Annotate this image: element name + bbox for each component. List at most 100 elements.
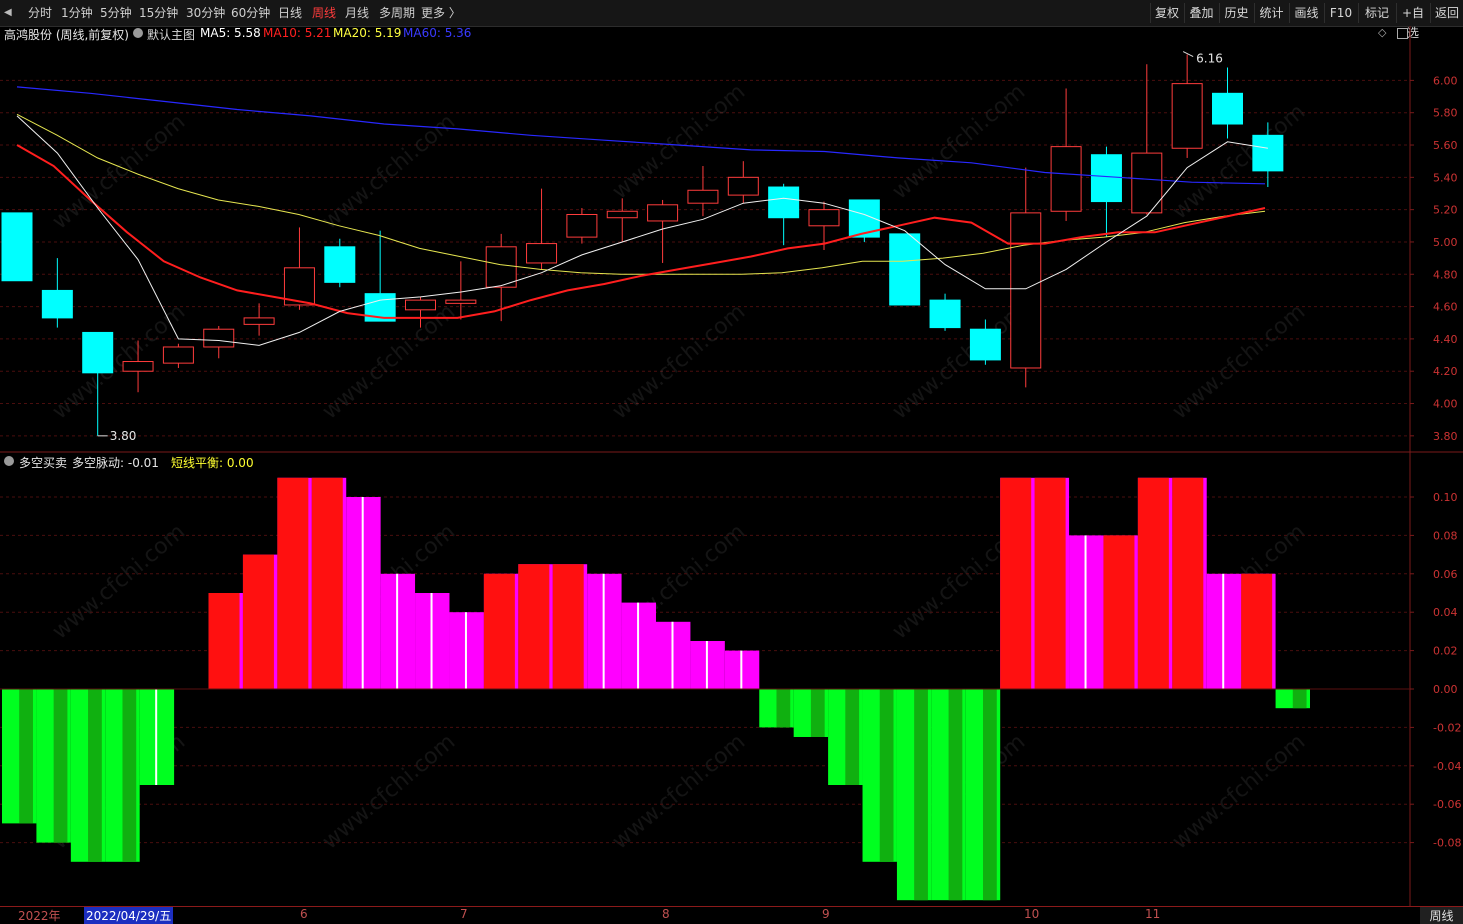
price-axis: 6.00 5.80 5.60 5.40 5.20 5.00 4.80 4.60 4.40 4.20… [0, 74, 1458, 443]
candle[interactable] [41, 258, 73, 328]
svg-text:www.cfchi.com: www.cfchi.com [48, 109, 190, 234]
candle[interactable] [687, 166, 719, 217]
price-tick-label: 3.80 [1433, 430, 1458, 443]
indicator-bar[interactable] [621, 602, 656, 689]
period-indicator[interactable]: 周线 [1420, 907, 1463, 924]
indicator-bar[interactable] [105, 689, 140, 862]
month-label-10: 10 [1024, 907, 1040, 921]
indicator-bar[interactable] [965, 689, 1001, 901]
indicator-bar[interactable] [1172, 477, 1207, 689]
svg-text:www.cfchi.com: www.cfchi.com [1168, 299, 1310, 424]
indicator-tick-label: 0.02 [1433, 645, 1458, 658]
indicator-bar[interactable] [449, 612, 484, 689]
candle[interactable] [324, 238, 356, 288]
high-price-label: 6.16 [1196, 52, 1223, 66]
chart-canvas[interactable]: 6.00 5.80 5.60 5.40 5.20 5.00 4.80 4.60 4.40 4.20… [0, 0, 1463, 921]
candle[interactable] [889, 233, 921, 306]
svg-text:www.cfchi.com: www.cfchi.com [1168, 729, 1310, 854]
indicator-bar[interactable] [36, 689, 71, 843]
candle[interactable] [526, 188, 558, 270]
indicator-tick-label: 0.08 [1433, 529, 1458, 542]
candle[interactable] [1010, 167, 1042, 388]
indicator-bar[interactable] [70, 689, 106, 862]
indicator-bar[interactable] [793, 689, 829, 737]
indicator-bar[interactable] [415, 593, 450, 689]
indicator-bar[interactable] [483, 573, 519, 689]
indicator-bar[interactable] [242, 554, 278, 689]
price-tick-label: 4.40 [1433, 333, 1458, 346]
price-tick-label: 4.20 [1433, 365, 1458, 378]
indicator-tick-label: -0.06 [1433, 798, 1461, 811]
indicator-bar[interactable] [759, 689, 794, 728]
indicator-bar[interactable] [518, 564, 553, 689]
svg-text:www.cfchi.com: www.cfchi.com [888, 79, 1030, 204]
candle[interactable] [727, 161, 759, 204]
indicator-bar[interactable] [2, 689, 37, 824]
candle[interactable] [1131, 64, 1163, 215]
indicator-bar[interactable] [1206, 573, 1242, 689]
candle[interactable] [1212, 67, 1243, 139]
candle[interactable] [485, 233, 517, 322]
month-label-6: 6 [300, 907, 308, 921]
indicator-bar[interactable] [1241, 573, 1276, 689]
price-tick-label: 6.00 [1433, 74, 1458, 87]
indicator-bar[interactable] [208, 593, 243, 689]
candle[interactable] [1171, 54, 1203, 158]
price-tick-label: 4.00 [1433, 398, 1458, 411]
indicator-bar[interactable] [311, 477, 347, 689]
indicator-bar[interactable] [656, 621, 691, 689]
indicator-bar[interactable] [1000, 477, 1035, 689]
candle[interactable] [929, 293, 961, 331]
indicator-bar[interactable] [277, 477, 312, 689]
indicator-bar[interactable] [690, 641, 725, 689]
svg-text:www.cfchi.com: www.cfchi.com [48, 519, 190, 644]
candle[interactable] [162, 343, 194, 368]
indicator-bar[interactable] [587, 573, 622, 689]
candle[interactable] [1, 212, 33, 282]
candle[interactable] [606, 198, 638, 242]
month-label-8: 8 [662, 907, 670, 921]
indicator-tick-label: 0.04 [1433, 606, 1458, 619]
indicator-bar[interactable] [828, 689, 863, 785]
price-tick-label: 5.80 [1433, 107, 1458, 120]
svg-text:www.cfchi.com: www.cfchi.com [318, 729, 460, 854]
price-tick-label: 4.80 [1433, 268, 1458, 281]
indicator-bar[interactable] [139, 689, 175, 785]
month-label-7: 7 [460, 907, 468, 921]
indicator-bar[interactable] [346, 497, 381, 689]
candle[interactable] [1050, 88, 1082, 221]
time-axis: 2022年 2022/04/29/五 6 7 8 9 10 11 周线 [0, 906, 1463, 924]
high-marker-line [1182, 51, 1194, 57]
indicator-tick-label: 0.10 [1433, 491, 1458, 504]
indicator-bar[interactable] [1034, 477, 1070, 689]
indicator-tick-label: -0.02 [1433, 721, 1461, 734]
price-tick-label: 5.40 [1433, 171, 1458, 184]
indicator-bar[interactable] [1103, 535, 1138, 689]
price-tick-label: 5.60 [1433, 139, 1458, 152]
price-tick-label: 5.00 [1433, 236, 1458, 249]
candle[interactable] [364, 230, 396, 322]
indicator-bar[interactable] [1275, 689, 1310, 709]
candle[interactable] [647, 199, 679, 263]
indicator-bar[interactable] [380, 573, 416, 689]
candle[interactable] [768, 183, 800, 246]
month-label-9: 9 [822, 907, 830, 921]
svg-text:www.cfchi.com: www.cfchi.com [608, 729, 750, 854]
indicator-tick-label: 0.06 [1433, 568, 1458, 581]
candle[interactable] [283, 227, 315, 310]
indicator-bar[interactable] [896, 689, 932, 901]
candle[interactable] [1090, 146, 1122, 238]
indicator-tick-label: -0.04 [1433, 760, 1461, 773]
indicator-bar[interactable] [1069, 535, 1104, 689]
indicator-bar[interactable] [724, 650, 760, 689]
cursor-date: 2022/04/29/五 [84, 907, 174, 924]
indicator-bar[interactable] [1137, 477, 1173, 689]
indicator-bar[interactable] [931, 689, 966, 901]
price-tick-label: 5.20 [1433, 204, 1458, 217]
candle[interactable] [566, 208, 598, 244]
indicator-bar[interactable] [552, 564, 588, 689]
svg-text:www.cfchi.com: www.cfchi.com [608, 299, 750, 424]
candle[interactable] [243, 303, 275, 336]
indicator-bar[interactable] [862, 689, 897, 862]
indicator-tick-label: 0.00 [1433, 683, 1458, 696]
